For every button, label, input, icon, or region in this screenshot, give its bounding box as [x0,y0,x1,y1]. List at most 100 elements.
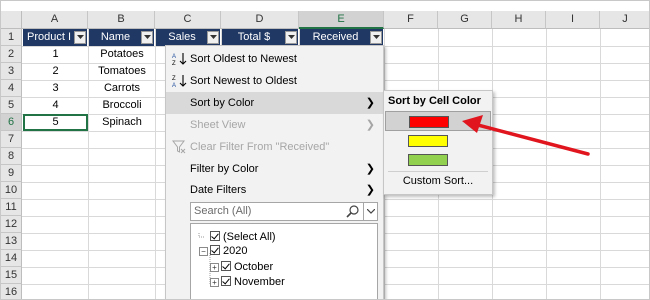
header-label: Received [312,31,359,43]
row-header-4[interactable]: 4 [1,80,22,97]
row-header-1[interactable]: 1 [1,29,22,46]
row-header-16[interactable]: 16 [1,284,22,299]
menu-item-label: Sort Oldest to Newest [190,53,297,65]
color-swatch [409,116,449,128]
menu-item-sheet-view: Sheet View ❯ [166,114,383,136]
column-header-h[interactable]: H [492,11,546,29]
filter-dropdown-button[interactable] [74,31,86,44]
cell-product-id[interactable]: 2 [23,63,88,80]
row-header-11[interactable]: 11 [1,199,22,216]
menu-item-sort-oldest[interactable]: AZ Sort Oldest to Newest [166,48,383,70]
tree-node-month[interactable]: + October [210,260,273,274]
gridline [600,29,601,299]
checkbox-checked[interactable] [210,231,220,241]
tree-node-label: 2020 [223,245,248,257]
filter-dropdown-button[interactable] [207,31,219,44]
menu-separator [388,171,488,172]
menu-item-date-filters[interactable]: Date Filters ❯ [166,179,383,201]
search-placeholder: Search (All) [194,205,252,217]
column-header-j[interactable]: J [600,11,649,29]
svg-text:A: A [172,54,176,60]
search-options-dropdown[interactable] [363,203,377,220]
cell-name[interactable]: Carrots [89,80,155,97]
filter-dropdown-button[interactable] [141,31,153,44]
menu-item-label: Filter by Color [190,163,259,175]
collapse-icon[interactable]: − [199,247,208,256]
filter-dropdown-button[interactable] [370,31,382,44]
row-header-7[interactable]: 7 [1,131,22,148]
menu-item-sort-newest[interactable]: ZA Sort Newest to Oldest [166,70,383,92]
menu-item-sort-by-color[interactable]: Sort by Color ❯ [166,92,383,114]
column-header-f[interactable]: F [384,11,438,29]
menu-item-filter-by-color[interactable]: Filter by Color ❯ [166,158,383,180]
menu-item-clear-filter: Clear Filter From "Received" [166,136,383,158]
color-swatch [408,154,448,166]
header-label: Name [100,31,131,43]
menu-item-label: Sort Newest to Oldest [190,75,297,87]
column-header-g[interactable]: G [438,11,492,29]
active-cell-outline [23,114,88,131]
color-swatch [408,135,448,147]
menu-item-label: Sheet View [190,119,246,131]
row-header-8[interactable]: 8 [1,148,22,165]
row-header-13[interactable]: 13 [1,233,22,250]
column-header-b[interactable]: B [88,11,155,29]
svg-text:A: A [172,83,176,88]
chevron-right-icon: ❯ [365,163,375,175]
tree-node-label: October [234,261,274,273]
header-cell-received: Received [300,29,384,46]
expand-icon[interactable]: + [210,263,219,272]
checkbox-checked[interactable] [210,245,220,255]
header-cell-sales: Sales [156,29,221,46]
cell-name[interactable]: Broccoli [89,97,155,114]
column-header-c[interactable]: C [155,11,221,29]
checkbox-checked[interactable] [221,261,231,271]
header-cell-name: Name [89,29,155,46]
row-header-9[interactable]: 9 [1,165,22,182]
row-header-5[interactable]: 5 [1,97,22,114]
filter-value-tree: (Select All) − 2020 + October + November [190,223,378,299]
tree-node-year[interactable]: − 2020 [199,244,247,258]
menu-item-label: Clear Filter From "Received" [190,141,330,153]
cell-name[interactable]: Tomatoes [89,63,155,80]
cell-name[interactable]: Spinach [89,114,155,131]
row-header-12[interactable]: 12 [1,216,22,233]
gridline [155,29,156,299]
tree-node-label: November [234,276,285,288]
expand-icon[interactable]: + [210,278,219,287]
tree-node-month[interactable]: + November [210,275,285,289]
column-header-d[interactable]: D [221,11,299,29]
filter-search-input[interactable]: Search (All) [190,202,378,221]
column-header-a[interactable]: A [22,11,88,29]
tree-node-select-all[interactable]: (Select All) [210,230,276,244]
cell-product-id[interactable]: 3 [23,80,88,97]
header-label: Total $ [237,31,271,43]
header-label: Product I [26,31,72,43]
tree-node-label: (Select All) [223,231,276,243]
filter-menu: AZ Sort Oldest to Newest ZA Sort Newest … [165,45,384,299]
row-header-15[interactable]: 15 [1,267,22,284]
custom-sort-button[interactable]: Custom Sort... [384,175,492,187]
menu-item-label: Sort by Color [190,97,255,109]
row-header-2[interactable]: 2 [1,46,22,63]
chevron-right-icon: ❯ [365,97,375,109]
spreadsheet-window: A B C D E F G H I J 1 2 3 4 5 6 7 8 9 10… [0,0,650,300]
filter-dropdown-button[interactable] [285,31,297,44]
column-header-e[interactable]: E [299,11,384,29]
select-all-corner[interactable] [1,11,22,29]
header-cell-total: Total $ [222,29,299,46]
cell-product-id[interactable]: 4 [23,97,88,114]
annotation-arrow-icon [462,115,590,156]
cell-product-id[interactable]: 1 [23,46,88,63]
svg-text:Z: Z [172,76,176,82]
chevron-right-icon: ❯ [365,184,375,196]
cell-name[interactable]: Potatoes [89,46,155,63]
header-cell-product-id: Product I [23,29,88,46]
menu-item-label: Date Filters [190,184,247,196]
row-header-10[interactable]: 10 [1,182,22,199]
row-header-3[interactable]: 3 [1,63,22,80]
column-header-i[interactable]: I [546,11,600,29]
checkbox-checked[interactable] [221,276,231,286]
row-header-6[interactable]: 6 [1,114,22,131]
row-header-14[interactable]: 14 [1,250,22,267]
